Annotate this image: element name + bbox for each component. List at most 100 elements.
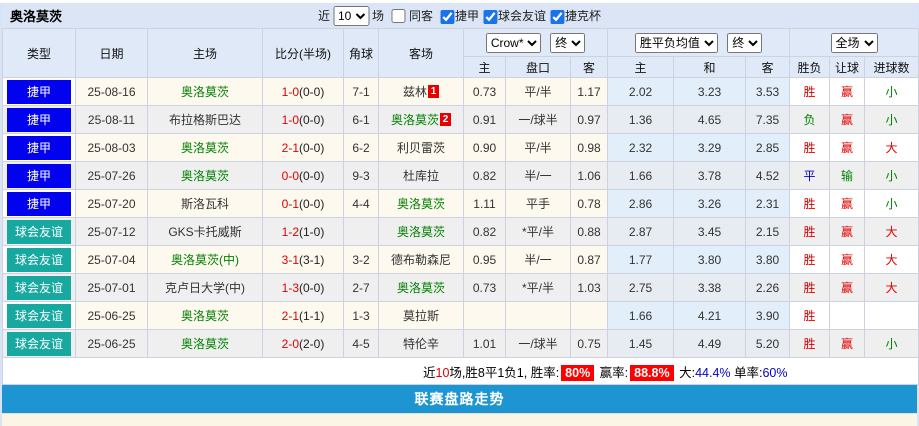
handicap-result-cell: 赢 [829, 105, 866, 134]
odds-company-select[interactable]: Crow* [485, 32, 541, 53]
sub-let: 让球 [829, 56, 866, 78]
filter-checkbox-0[interactable] [440, 9, 454, 24]
avg-state-select[interactable]: 终 [727, 32, 763, 53]
summary-text: 近10场,胜8平1负1, 胜率: 80% 赢率: 88.8% 大:44.4% 单率:… [1, 357, 919, 385]
handicap-cell: 平手 [505, 189, 571, 218]
handicap-cell: 半/一 [505, 245, 571, 274]
avg-draw-cell: 4.21 [673, 301, 747, 330]
avg-type-select[interactable]: 胜平负均值 [634, 32, 718, 53]
avg-draw-cell: 3.38 [673, 273, 747, 302]
result-cell: 胜 [789, 133, 831, 162]
away-team-link[interactable]: 奥洛莫茨 [378, 217, 464, 246]
scope-select[interactable]: 全场 [830, 32, 878, 53]
score-cell[interactable]: 2-0(2-0) [262, 329, 344, 358]
home-team-link[interactable]: 奥洛莫茨 [147, 329, 263, 358]
competition-filters: 捷甲 球会友谊 捷克杯 [436, 7, 601, 24]
match-type-cell: 球会友谊 [2, 329, 76, 358]
away-team-link[interactable]: 奥洛莫茨 [378, 189, 464, 218]
home-team-link[interactable]: 克卢日大学(中) [147, 273, 263, 302]
avg-away-cell: 5.20 [745, 329, 791, 358]
corner-cell: 9-3 [343, 161, 379, 190]
handicap-cell: *平/半 [505, 273, 571, 302]
away-team-link[interactable]: 兹林 1 [378, 77, 464, 106]
away-team-link[interactable]: 莫拉斯 [378, 301, 464, 330]
away-odds-cell: 0.88 [569, 217, 609, 246]
avg-home-cell: 2.75 [607, 273, 675, 302]
sub-away-odds: 客 [569, 56, 609, 78]
col-away: 客场 [378, 28, 464, 78]
filter-checkbox-1[interactable] [483, 9, 498, 24]
avg-home-cell: 1.66 [607, 301, 675, 330]
score-cell[interactable]: 0-0(0-0) [262, 161, 344, 190]
corner-cell: 7-1 [343, 77, 379, 106]
goals-result-cell: 小 [864, 77, 919, 106]
home-team-link[interactable]: 奥洛莫茨 [147, 301, 263, 330]
match-type-cell: 捷甲 [2, 161, 76, 190]
score-cell[interactable]: 3-1(3-1) [262, 245, 344, 274]
corner-cell: 6-2 [343, 133, 379, 162]
col-home: 主场 [147, 28, 263, 78]
result-cell: 胜 [789, 77, 831, 106]
sub-avg-away: 客 [745, 56, 791, 78]
home-team-link[interactable]: 奥洛莫茨 [147, 77, 263, 106]
result-cell: 胜 [789, 301, 831, 330]
match-type-cell: 捷甲 [2, 133, 76, 162]
odds-state-select[interactable]: 终 [550, 32, 586, 53]
away-team-link[interactable]: 德布勒森尼 [378, 245, 464, 274]
same-venue-checkbox[interactable] [390, 8, 405, 23]
handicap-result-cell: 赢 [829, 329, 866, 358]
avg-draw-cell: 3.45 [673, 217, 747, 246]
home-team-link[interactable]: 奥洛莫茨 [147, 133, 263, 162]
home-team-link[interactable]: 斯洛瓦科 [147, 189, 263, 218]
score-cell[interactable]: 1-2(1-0) [262, 217, 344, 246]
table-row: 球会友谊 25-07-01 克卢日大学(中) 1-3(0-0) 2-7 奥洛莫茨 0.73 *… [2, 273, 919, 302]
sub-home-odds: 主 [463, 56, 506, 78]
away-odds-cell [569, 301, 609, 330]
match-count-select[interactable]: 10 [332, 5, 369, 26]
summary-row: 近10场,胜8平1负1, 胜率: 80% 赢率: 88.8% 大:44.4% 单率:… [1, 357, 919, 385]
home-team-link[interactable]: 奥洛莫茨 [147, 161, 263, 190]
filter-label-1: 球会友谊 [498, 9, 547, 23]
score-cell[interactable]: 0-1(0-0) [262, 189, 344, 218]
away-odds-cell: 0.97 [569, 105, 609, 134]
avg-home-cell: 1.45 [607, 329, 675, 358]
score-cell[interactable]: 2-1(0-0) [262, 133, 344, 162]
score-cell[interactable]: 1-3(0-0) [262, 273, 344, 302]
match-date-cell: 25-07-12 [75, 217, 148, 246]
away-team-link[interactable]: 利贝雷茨 [378, 133, 464, 162]
score-cell[interactable]: 2-1(1-1) [262, 301, 344, 330]
away-team-link[interactable]: 奥洛莫茨 [378, 273, 464, 302]
match-type-cell: 捷甲 [2, 189, 76, 218]
match-rows: 捷甲 25-08-16 奥洛莫茨 1-0(0-0) 7-1 兹林 1 0.73 平/半 1.17 2… [2, 77, 919, 358]
away-odds-cell: 1.17 [569, 77, 609, 106]
match-type-cell: 球会友谊 [2, 245, 76, 274]
score-cell[interactable]: 1-0(0-0) [262, 77, 344, 106]
avg-draw-cell: 3.80 [673, 245, 747, 274]
table-row: 捷甲 25-07-26 奥洛莫茨 0-0(0-0) 9-3 杜库拉 0.82 半/一 1.06 1… [2, 161, 919, 190]
avg-home-cell: 1.36 [607, 105, 675, 134]
league-trend-header: 联赛盘路走势 [2, 385, 917, 413]
avg-away-cell: 2.85 [745, 133, 791, 162]
away-team-link[interactable]: 特伦辛 [378, 329, 464, 358]
goals-result-cell [864, 301, 919, 330]
away-odds-cell: 0.75 [569, 329, 609, 358]
home-team-link[interactable]: 奥洛莫茨(中) [147, 245, 263, 274]
table-row: 球会友谊 25-06-25 奥洛莫茨 2-1(1-1) 1-3 莫拉斯 1.66 4.21 3.… [2, 301, 919, 330]
scope-select-group: 全场 [789, 28, 919, 57]
away-team-link[interactable]: 杜库拉 [378, 161, 464, 190]
goals-result-cell: 小 [864, 329, 919, 358]
filter-label-0: 捷甲 [455, 9, 480, 23]
home-team-link[interactable]: GKS卡托威斯 [147, 217, 263, 246]
match-history-table: 类型 日期 主场 比分(半场) 角球 客场 Crow* 终 胜平负均值 终 全场… [1, 28, 919, 385]
home-odds-cell: 0.82 [463, 217, 506, 246]
result-cell: 胜 [789, 329, 831, 358]
avg-select-group: 胜平负均值 终 [607, 28, 791, 57]
avg-away-cell: 2.31 [745, 189, 791, 218]
away-team-link[interactable]: 奥洛莫茨 2 [378, 105, 464, 134]
score-cell[interactable]: 1-0(0-0) [262, 105, 344, 134]
home-team-link[interactable]: 布拉格斯巴达 [147, 105, 263, 134]
table-row: 球会友谊 25-07-12 GKS卡托威斯 1-2(1-0) 奥洛莫茨 0.82 *平/半 0… [2, 217, 919, 246]
handicap-result-cell: 赢 [829, 133, 866, 162]
avg-home-cell: 2.02 [607, 77, 675, 106]
filter-checkbox-2[interactable] [550, 9, 565, 24]
